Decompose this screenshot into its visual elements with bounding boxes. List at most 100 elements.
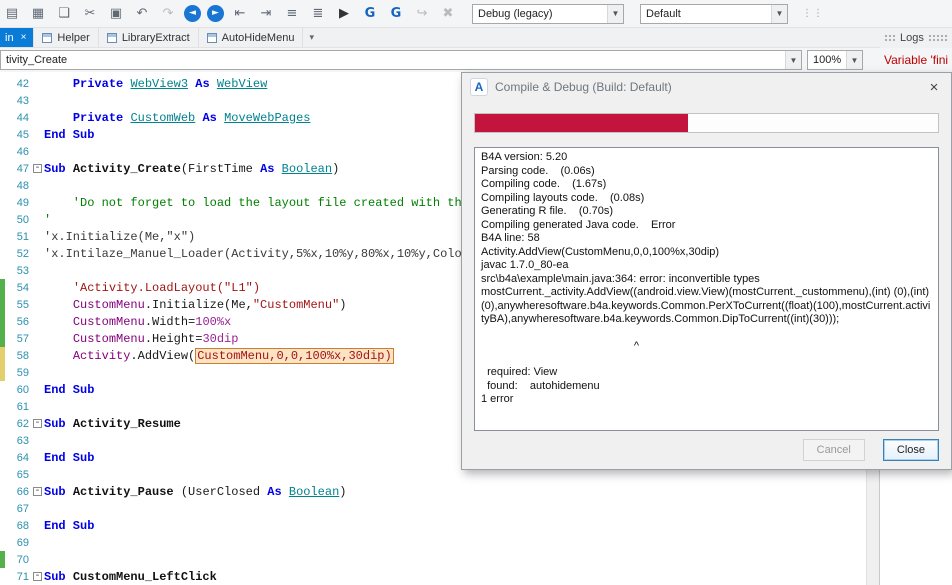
tab-overflow-icon[interactable]: ▾: [309, 32, 314, 43]
navigate-back-icon[interactable]: ◄: [184, 5, 201, 22]
log-warning-text: Variable 'fini: [884, 53, 952, 67]
line-number: 42: [5, 78, 32, 90]
code-text: Private CustomWeb As MoveWebPages: [44, 111, 310, 125]
compile-log-line: [481, 327, 932, 340]
code-line-70[interactable]: 70: [0, 551, 866, 568]
cancel-button[interactable]: Cancel: [803, 439, 865, 461]
redo-icon[interactable]: ↷: [158, 6, 178, 21]
line-number: 46: [5, 146, 32, 158]
line-number: 50: [5, 214, 32, 226]
comment-icon[interactable]: ≡: [282, 6, 302, 21]
uncomment-icon[interactable]: ≣: [308, 6, 328, 21]
drag-dots-icon: [928, 34, 948, 43]
line-number: 56: [5, 316, 32, 328]
generate-members-icon[interactable]: G: [360, 6, 380, 21]
compile-progress-bar: [474, 113, 939, 133]
code-line-66[interactable]: 66-Sub Activity_Pause (UserClosed As Boo…: [0, 483, 866, 500]
close-icon[interactable]: ×: [925, 79, 943, 96]
code-text: ': [44, 213, 51, 227]
dialog-title: Compile & Debug (Build: Default): [495, 80, 672, 94]
code-text: CustomMenu.Height=30dip: [44, 332, 238, 346]
debug-mode-dropdown[interactable]: Debug (legacy) ▼: [472, 4, 624, 24]
chevron-down-icon[interactable]: ▼: [785, 51, 801, 69]
module-file-icon: [107, 33, 117, 43]
line-number: 49: [5, 197, 32, 209]
toolbar-icons-group: ▤ ▦ ❏ ✂ ▣ ↶ ↷ ◄ ► ⇤ ⇥ ≡ ≣ ▶ GG ↪ ✖: [2, 5, 458, 22]
drag-dots-icon: [884, 34, 896, 43]
code-text: CustomMenu.Width=100%x: [44, 315, 231, 329]
code-text: Sub CustomMenu_LeftClick: [44, 570, 217, 584]
compile-log-line: javac 1.7.0_80-ea: [481, 259, 932, 273]
line-number: 59: [5, 367, 32, 379]
code-text: CustomMenu.Initialize(Me,"CustomMenu"): [44, 298, 346, 312]
editor-tab-bar: in × Helper LibraryExtract AutoHideMenu ▾: [0, 28, 880, 48]
compile-log-output[interactable]: B4A version: 5.20Parsing code. (0.06s)Co…: [474, 147, 939, 431]
tab-label: in: [5, 32, 14, 44]
copy-icon[interactable]: ❏: [54, 6, 74, 21]
line-number: 45: [5, 129, 32, 141]
chevron-down-icon[interactable]: ▼: [846, 51, 862, 69]
fold-toggle-icon[interactable]: -: [33, 164, 42, 173]
close-button[interactable]: Close: [883, 439, 939, 461]
line-number: 51: [5, 231, 32, 243]
outdent-icon[interactable]: ⇤: [230, 6, 250, 21]
code-text: 'Activity.LoadLayout("L1"): [44, 281, 260, 295]
cut-icon[interactable]: ✂: [80, 6, 100, 21]
code-text: End Sub: [44, 519, 94, 533]
run-icon[interactable]: ▶: [334, 6, 354, 21]
b4a-logo-icon: A: [470, 78, 488, 96]
code-text: Private WebView3 As WebView: [44, 77, 267, 91]
fold-toggle-icon[interactable]: -: [33, 487, 42, 496]
line-number: 71: [5, 571, 32, 583]
indent-icon[interactable]: ⇥: [256, 6, 276, 21]
code-text: Sub Activity_Pause (UserClosed As Boolea…: [44, 485, 347, 499]
tab-label: LibraryExtract: [122, 32, 190, 44]
fold-toggle-icon[interactable]: -: [33, 419, 42, 428]
fold-toggle-icon[interactable]: -: [33, 572, 42, 581]
member-dropdown[interactable]: tivity_Create ▼: [0, 50, 802, 70]
b4a-ide-window: ▤ ▦ ❏ ✂ ▣ ↶ ↷ ◄ ► ⇤ ⇥ ≡ ≣ ▶ GG ↪ ✖ Debug (legacy) ▼ Defa…: [0, 0, 952, 585]
compile-log-line: [481, 353, 932, 366]
undo-icon[interactable]: ↶: [132, 6, 152, 21]
new-file-icon[interactable]: ▤: [2, 6, 22, 21]
goto-definition-icon[interactable]: G: [386, 6, 406, 21]
build-config-dropdown[interactable]: Default ▼: [640, 4, 788, 24]
code-line-67[interactable]: 67: [0, 500, 866, 517]
clean-project-icon[interactable]: ✖: [438, 6, 458, 21]
code-text: Sub Activity_Create(FirstTime As Boolean…: [44, 162, 339, 176]
compile-log-line: Parsing code. (0.06s): [481, 165, 932, 179]
tab-close-icon[interactable]: ×: [21, 32, 27, 43]
line-number: 47: [5, 163, 32, 175]
line-number: 48: [5, 180, 32, 192]
line-number: 44: [5, 112, 32, 124]
tab-in[interactable]: in ×: [0, 28, 34, 47]
member-nav-bar: tivity_Create ▼ 100% ▼ Variable 'fini: [0, 48, 952, 72]
compile-log-line: Compiling generated Java code. Error: [481, 219, 932, 233]
line-number: 69: [5, 537, 32, 549]
main-toolbar: ▤ ▦ ❏ ✂ ▣ ↶ ↷ ◄ ► ⇤ ⇥ ≡ ≣ ▶ GG ↪ ✖ Debug (legacy) ▼ Defa…: [0, 0, 952, 28]
jump-back-icon[interactable]: ↪: [412, 6, 432, 21]
designer-grid-icon[interactable]: ▦: [28, 6, 48, 21]
compile-debug-dialog: A Compile & Debug (Build: Default) × B4A…: [461, 72, 952, 470]
logs-panel-title: Logs: [900, 32, 924, 44]
compile-log-line: Generating R file. (0.70s): [481, 205, 932, 219]
dialog-title-bar[interactable]: A Compile & Debug (Build: Default) ×: [462, 73, 951, 101]
code-line-71[interactable]: 71-Sub CustomMenu_LeftClick: [0, 568, 866, 585]
code-text: 'x.Initialize(Me,"x"): [44, 230, 195, 244]
compile-log-line: src\b4a\example\main.java:364: error: in…: [481, 273, 932, 287]
code-line-69[interactable]: 69: [0, 534, 866, 551]
line-number: 68: [5, 520, 32, 532]
compile-log-line: required: View: [481, 366, 932, 380]
paste-icon[interactable]: ▣: [106, 6, 126, 21]
tab-autohidemenu[interactable]: AutoHideMenu: [199, 28, 304, 47]
tab-helper[interactable]: Helper: [34, 28, 98, 47]
line-number: 65: [5, 469, 32, 481]
chevron-down-icon[interactable]: ▼: [771, 5, 787, 23]
logs-panel-header: Logs: [880, 28, 952, 48]
zoom-dropdown[interactable]: 100% ▼: [807, 50, 863, 70]
toolbar-grip-icon[interactable]: ⋮⋮: [802, 8, 824, 19]
tab-libraryextract[interactable]: LibraryExtract: [99, 28, 199, 47]
code-line-68[interactable]: 68 End Sub: [0, 517, 866, 534]
chevron-down-icon[interactable]: ▼: [607, 5, 623, 23]
navigate-forward-icon[interactable]: ►: [207, 5, 224, 22]
